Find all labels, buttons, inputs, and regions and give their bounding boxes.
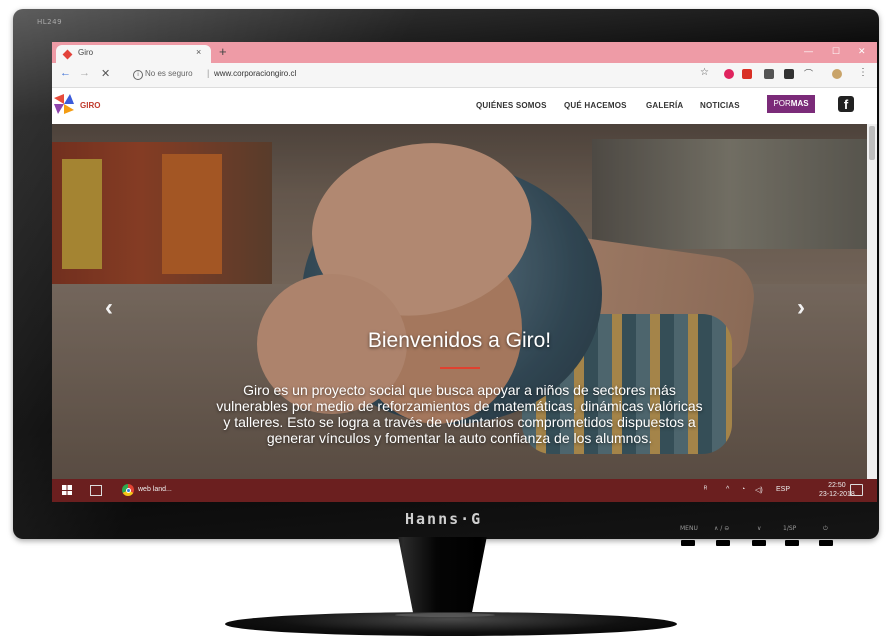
windows-start-icon[interactable] (62, 485, 72, 495)
windows-taskbar: web land... ᴿ ^ ◔ ◁) ESP 22:50 23-12-201… (52, 479, 877, 502)
address-bar[interactable]: www.corporaciongiro.cl (214, 69, 296, 78)
page-scrollbar[interactable] (867, 124, 877, 479)
monitor-button-label-power: ⏻ (823, 525, 828, 532)
monitor-up-button[interactable] (716, 540, 730, 546)
people-icon[interactable]: ᴿ (704, 486, 707, 493)
stop-icon[interactable]: ✕ (101, 67, 110, 80)
url-separator: | (207, 68, 210, 78)
bookmark-star-icon[interactable]: ☆ (700, 67, 709, 78)
pinterest-extension-icon[interactable] (724, 69, 734, 79)
notification-center-icon[interactable] (850, 484, 863, 496)
model-label: HL249 (37, 18, 63, 26)
profile-avatar[interactable] (832, 69, 842, 79)
screen: Giro × + — ☐ ✕ ← → ✕ i No es seguro | ww… (52, 42, 877, 502)
forward-icon[interactable]: → (79, 67, 90, 79)
browser-toolbar: ← → ✕ i No es seguro | www.corporaciongi… (52, 63, 877, 88)
info-icon[interactable]: i (133, 70, 143, 80)
chrome-icon[interactable] (122, 484, 134, 496)
browser-tab[interactable]: Giro × (56, 45, 211, 63)
monitor-menu-button[interactable] (681, 540, 695, 546)
close-tab-icon[interactable]: × (196, 47, 201, 57)
por-mas-suffix: MAS (790, 99, 809, 108)
extension-icon[interactable] (764, 69, 774, 79)
nav-galeria[interactable]: GALERÍA (646, 101, 683, 110)
pinwheel-logo-icon[interactable] (54, 94, 74, 114)
minimize-icon[interactable]: — (804, 46, 813, 56)
hero-title: Bienvenidos a Giro! (367, 329, 552, 352)
back-icon[interactable]: ← (60, 67, 71, 79)
sync-icon[interactable]: ⌒ (804, 67, 813, 80)
tray-chevron-icon[interactable]: ^ (726, 486, 729, 493)
facebook-icon[interactable]: f (838, 96, 854, 112)
carousel-next-icon[interactable]: › (797, 294, 805, 322)
por-mas-button[interactable]: PORMAS (767, 95, 815, 113)
scrollbar-thumb[interactable] (869, 126, 875, 160)
browser-tab-bar: Giro × + — ☐ ✕ (52, 42, 877, 63)
monitor-power-button[interactable] (819, 540, 833, 546)
nav-quienes-somos[interactable]: QUIÉNES SOMOS (476, 101, 547, 110)
por-mas-prefix: POR (773, 99, 791, 108)
monitor-brand-logo: Hanns·G (405, 510, 483, 528)
volume-icon[interactable]: ◁) (755, 486, 763, 494)
hero-divider (440, 367, 480, 369)
language-indicator[interactable]: ESP (776, 486, 790, 493)
monitor-bezel: HL249 Giro × + — ☐ ✕ ← → ✕ i No es segur… (13, 9, 879, 546)
site-header: GIRO QUIÉNES SOMOS QUÉ HACEMOS GALERÍA N… (52, 88, 867, 124)
hero-carousel: ‹ › Bienvenidos a Giro! Giro es un proye… (52, 124, 867, 479)
site-logo-text[interactable]: GIRO (80, 101, 100, 110)
security-status: No es seguro (145, 69, 193, 78)
monitor-button-label-down: ∨ (757, 525, 762, 532)
menu-kebab-icon[interactable]: ⋮ (858, 67, 868, 78)
favicon-icon (62, 49, 73, 60)
extension-icon-2[interactable] (784, 69, 794, 79)
network-icon[interactable]: ◔ (741, 486, 745, 493)
monitor-button-label-menu: MENU (680, 525, 698, 532)
task-view-icon[interactable] (90, 485, 102, 496)
gift-extension-icon[interactable] (742, 69, 752, 79)
monitor-sp-button[interactable] (785, 540, 799, 546)
close-window-icon[interactable]: ✕ (858, 46, 866, 57)
new-tab-button[interactable]: + (219, 45, 227, 59)
monitor-button-label-up: ∧ / ⊖ (714, 525, 730, 532)
tab-title: Giro (78, 48, 94, 57)
taskbar-app-label[interactable]: web land... (138, 486, 172, 493)
monitor-down-button[interactable] (752, 540, 766, 546)
nav-noticias[interactable]: NOTICIAS (700, 101, 740, 110)
carousel-prev-icon[interactable]: ‹ (105, 294, 113, 322)
monitor-stand-highlight (395, 613, 495, 617)
maximize-icon[interactable]: ☐ (832, 46, 840, 57)
hero-description: Giro es un proyecto social que busca apo… (216, 382, 703, 446)
monitor-button-label-sp: 1/SP (783, 525, 797, 532)
nav-que-hacemos[interactable]: QUÉ HACEMOS (564, 101, 627, 110)
